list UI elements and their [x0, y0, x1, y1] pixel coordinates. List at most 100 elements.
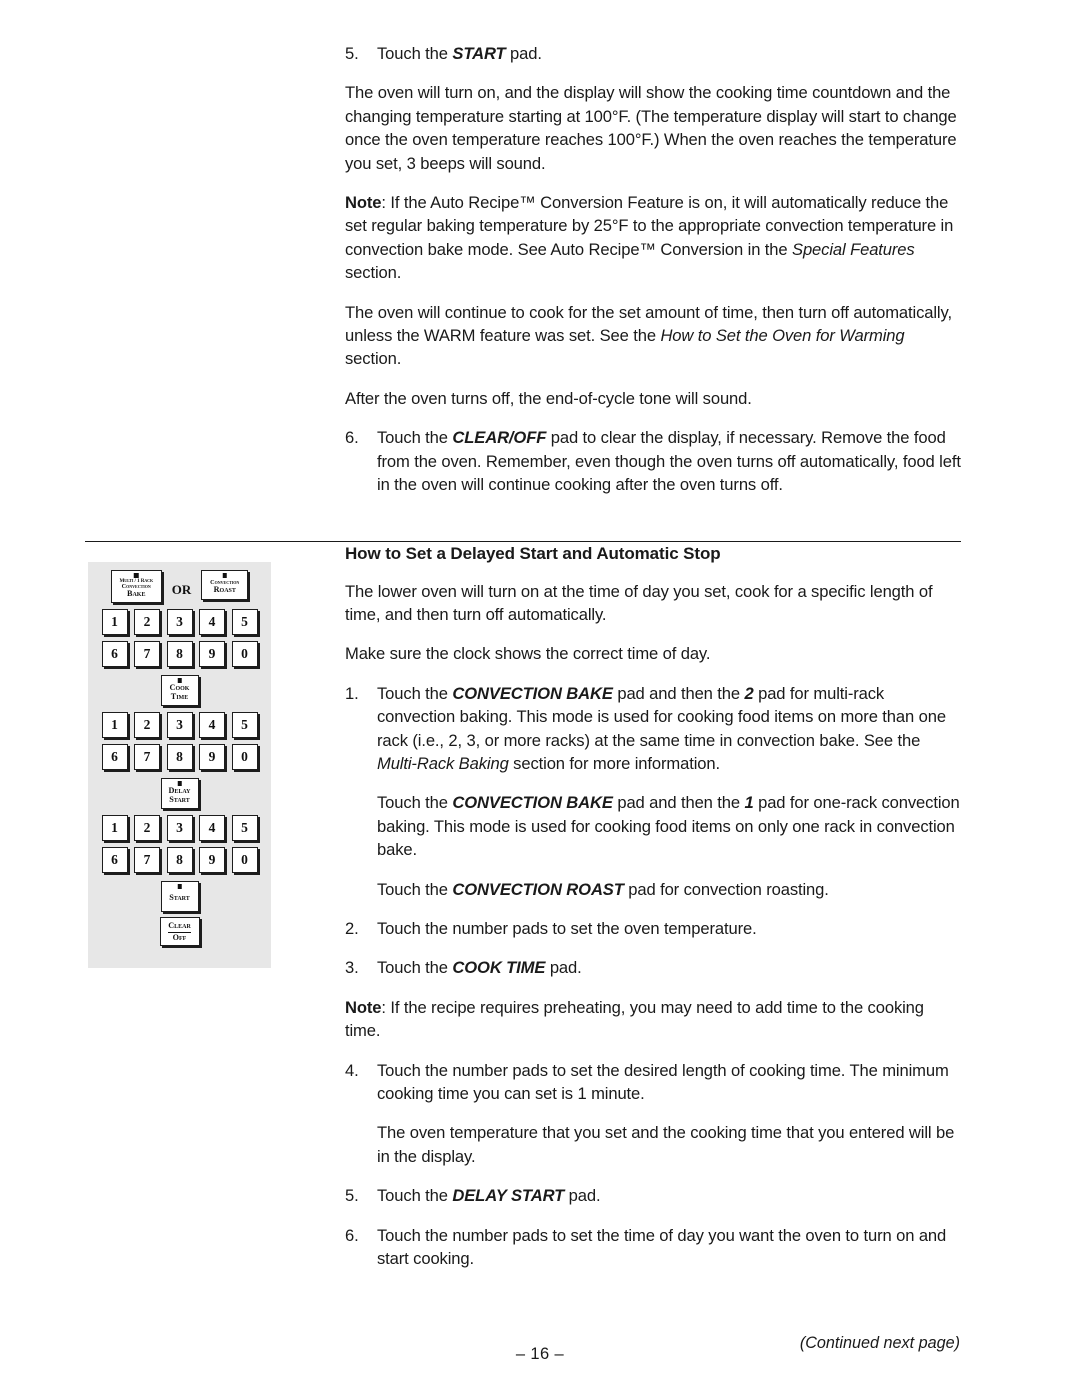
paragraph-one-rack: Touch the CONVECTION BAKE pad and then t… — [345, 791, 961, 861]
list-item-d-step5: 5. Touch the DELAY START pad. — [345, 1184, 961, 1207]
document-page: 5. Touch the START pad. The oven will tu… — [0, 0, 1080, 1397]
convection-bake-pad-label: CONVECTION BAKE — [452, 793, 613, 813]
step-text: Touch the number pads to set the time of… — [377, 1225, 947, 1269]
pad-1-label: 1 — [744, 793, 754, 813]
delay-start-row: Delay Start — [88, 778, 271, 809]
list-item-d-step2: 2. Touch the number pads to set the oven… — [345, 917, 961, 940]
clear-off-line2: Off — [172, 932, 187, 942]
step-number: 5. — [345, 1186, 359, 1206]
key-7[interactable]: 7 — [134, 744, 160, 770]
list-item-step6: 6. Touch the CLEAR/OFF pad to clear the … — [345, 426, 961, 496]
key-4[interactable]: 4 — [199, 815, 225, 841]
key-4[interactable]: 4 — [199, 609, 225, 635]
cook-time-button[interactable]: Cook Time — [160, 675, 199, 706]
multi-rack-baking-ref: Multi-Rack Baking — [377, 753, 509, 773]
key-8[interactable]: 8 — [166, 847, 193, 873]
paragraph-convection-roast: Touch the CONVECTION ROAST pad for conve… — [345, 878, 961, 901]
step-text: Touch the START pad. — [377, 44, 542, 63]
clear-off-pad-label: CLEAR/OFF — [452, 428, 547, 448]
key-1[interactable]: 1 — [101, 712, 128, 738]
d-step5-pre: Touch the — [377, 1186, 453, 1206]
delay-start-button[interactable]: Delay Start — [160, 778, 199, 809]
key-3[interactable]: 3 — [166, 815, 193, 841]
key-1[interactable]: 1 — [101, 815, 128, 841]
page-content: 5. Touch the START pad. The oven will tu… — [345, 42, 961, 1286]
key-5[interactable]: 5 — [231, 815, 258, 841]
step5-post: pad. — [505, 44, 542, 63]
step-number: 5. — [345, 44, 359, 63]
step-number: 6. — [345, 428, 359, 448]
key-2[interactable]: 2 — [134, 815, 160, 841]
step-number: 1. — [345, 683, 359, 703]
key-0[interactable]: 0 — [231, 744, 258, 770]
step-number: 3. — [345, 958, 359, 978]
key-9[interactable]: 9 — [199, 744, 225, 770]
key-6[interactable]: 6 — [101, 744, 128, 770]
clear-off-row: Clear Off — [88, 917, 271, 946]
step-text: Touch the DELAY START pad. — [377, 1186, 601, 1206]
key-1[interactable]: 1 — [101, 609, 128, 635]
note-label: Note — [345, 997, 382, 1017]
list-item-d-step3: 3. Touch the COOK TIME pad. — [345, 956, 961, 979]
key-9[interactable]: 9 — [199, 847, 225, 873]
d-step3-post: pad. — [545, 958, 582, 978]
key-2[interactable]: 2 — [134, 712, 160, 738]
indicator-dot-icon — [177, 678, 182, 683]
key-7[interactable]: 7 — [134, 847, 160, 873]
key-0[interactable]: 0 — [231, 847, 258, 873]
key-5[interactable]: 5 — [231, 609, 258, 635]
step-text: Touch the COOK TIME pad. — [377, 958, 582, 977]
step-number: 4. — [345, 1060, 359, 1080]
key-8[interactable]: 8 — [166, 641, 193, 667]
clear-off-line1: Clear — [168, 921, 191, 933]
cook-time-line2: Time — [170, 691, 189, 701]
note-preheat-text: : If the recipe requires preheating, you… — [345, 997, 924, 1041]
cook-time-row: Cook Time — [88, 675, 271, 706]
start-button[interactable]: Start — [160, 881, 199, 912]
key-9[interactable]: 9 — [199, 641, 225, 667]
keypad-row-bottom-3: 6 7 8 9 0 — [88, 847, 271, 873]
key-0[interactable]: 0 — [231, 641, 258, 667]
control-panel-inner: Multi / 1 Rack Convection Bake OR Convec… — [88, 562, 271, 968]
note-auto-recipe: Note: If the Auto Recipe™ Conversion Fea… — [345, 191, 961, 285]
control-panel-diagram: Multi / 1 Rack Convection Bake OR Convec… — [88, 562, 271, 968]
step-number: 2. — [345, 918, 359, 938]
convection-roast-pad-label: CONVECTION ROAST — [452, 879, 624, 899]
keypad-row-top-1: 1 2 3 4 5 — [88, 609, 271, 635]
key-4[interactable]: 4 — [199, 712, 225, 738]
key-6[interactable]: 6 — [101, 641, 128, 667]
step6-pre: Touch the — [377, 428, 453, 448]
convection-bake-button[interactable]: Multi / 1 Rack Convection Bake — [110, 570, 162, 603]
convection-bake-pad-label: CONVECTION BAKE — [452, 683, 613, 703]
key-2[interactable]: 2 — [134, 609, 160, 635]
clear-off-button[interactable]: Clear Off — [159, 917, 200, 946]
convection-roast-line2: Roast — [213, 584, 236, 594]
key-3[interactable]: 3 — [166, 609, 193, 635]
key-8[interactable]: 8 — [166, 744, 193, 770]
keypad-row-top-2: 1 2 3 4 5 — [88, 712, 271, 738]
key-5[interactable]: 5 — [231, 712, 258, 738]
d-step1-post2: section for more information. — [508, 753, 720, 773]
convection-mode-row: Multi / 1 Rack Convection Bake OR Convec… — [88, 570, 271, 603]
paragraph-delayed-intro: The lower oven will turn on at the time … — [345, 581, 933, 624]
keypad-row-bottom-2: 6 7 8 9 0 — [88, 744, 271, 770]
paragraph-continue-cook: The oven will continue to cook for the s… — [345, 301, 961, 371]
d-step1-mid: pad and then the — [612, 683, 745, 703]
convection-roast-button[interactable]: Convection Roast — [201, 570, 249, 600]
special-features-ref: Special Features — [792, 239, 915, 259]
key-7[interactable]: 7 — [134, 641, 160, 667]
key-6[interactable]: 6 — [101, 847, 128, 873]
paragraph-end-of-cycle: After the oven turns off, the end-of-cyc… — [345, 388, 752, 408]
list-item-d-step1: 1. Touch the CONVECTION BAKE pad and the… — [345, 682, 961, 776]
convection-bake-line3: Bake — [127, 589, 146, 599]
key-3[interactable]: 3 — [166, 712, 193, 738]
list-item-d-step4: 4. Touch the number pads to set the desi… — [345, 1059, 961, 1106]
section-divider — [85, 541, 961, 542]
d-step3-pre: Touch the — [377, 958, 453, 978]
keypad-row-bottom-1: 6 7 8 9 0 — [88, 641, 271, 667]
continued-next-page-label: (Continued next page) — [799, 1334, 960, 1352]
pad-2-label: 2 — [744, 683, 754, 703]
indicator-dot-icon — [177, 781, 182, 786]
sub1-mid: pad and then the — [612, 793, 745, 813]
